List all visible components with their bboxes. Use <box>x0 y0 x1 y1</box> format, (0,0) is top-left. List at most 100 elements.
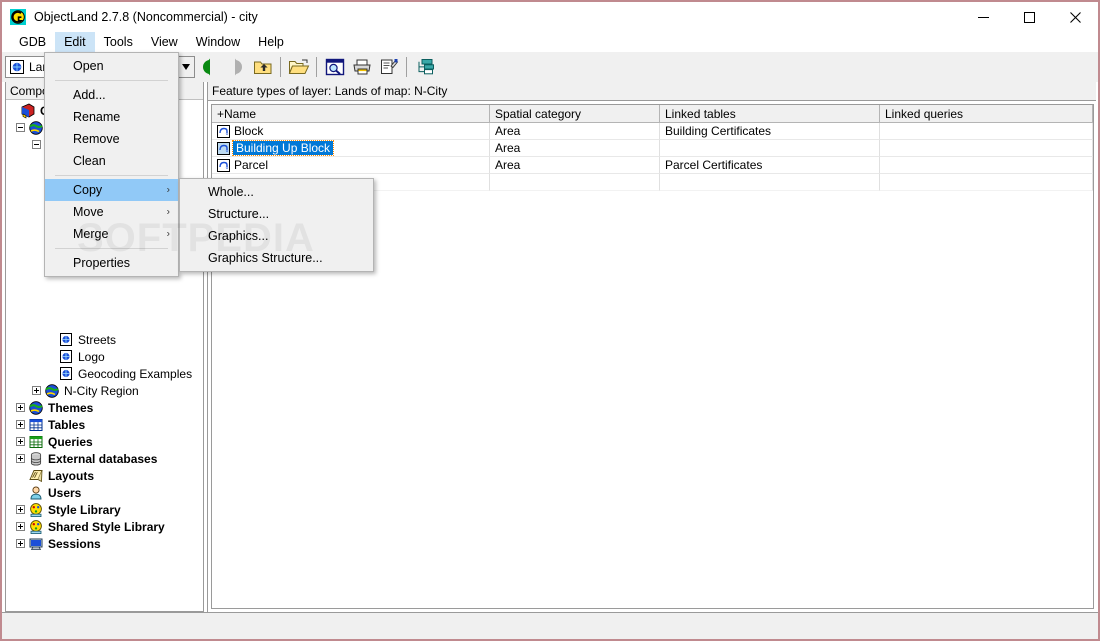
tree-item-tables[interactable]: Tables <box>6 416 203 433</box>
menu-bar: GDB Edit Tools View Window Help <box>2 32 1098 52</box>
cell-linked-tables[interactable]: Building Certificates <box>660 123 880 140</box>
back-button[interactable] <box>196 55 221 79</box>
expander-icon[interactable] <box>32 140 41 149</box>
tree-item-label: Tables <box>48 417 86 432</box>
grid-header-linked-tables[interactable]: Linked tables <box>660 105 880 122</box>
folder-up-icon[interactable] <box>250 55 275 79</box>
cell-name[interactable]: Parcel <box>212 157 490 174</box>
expander-icon[interactable] <box>16 522 25 531</box>
close-button[interactable] <box>1052 2 1098 32</box>
menu-item-add[interactable]: Add... <box>45 84 178 106</box>
layer-icon <box>58 366 74 382</box>
open-folder-icon[interactable] <box>286 55 311 79</box>
tree-item-users[interactable]: Users <box>6 484 203 501</box>
menu-item-remove[interactable]: Remove <box>45 128 178 150</box>
table-row[interactable]: Block Area Building Certificates <box>212 123 1093 140</box>
forward-button[interactable] <box>223 55 248 79</box>
cell-linked-queries[interactable] <box>880 157 1093 174</box>
properties-icon[interactable] <box>376 55 401 79</box>
window-controls <box>960 2 1098 32</box>
expander-icon[interactable] <box>16 123 25 132</box>
grid-header-spatial-category[interactable]: Spatial category <box>490 105 660 122</box>
hierarchy-icon[interactable] <box>412 55 437 79</box>
feature-types-pane: Feature types of layer: Lands of map: N-… <box>207 82 1096 612</box>
style-library-icon <box>28 519 44 535</box>
table-row[interactable]: Parcel Area Parcel Certificates <box>212 157 1093 174</box>
submenu-item-structure[interactable]: Structure... <box>180 203 373 225</box>
menu-item-properties[interactable]: Properties <box>45 252 178 274</box>
cell-spatial-category[interactable]: Area <box>490 157 660 174</box>
tree-item-themes[interactable]: Themes <box>6 399 203 416</box>
expander-icon <box>46 352 55 361</box>
tree-item-shared-style-library[interactable]: Shared Style Library <box>6 518 203 535</box>
expander-icon[interactable] <box>16 437 25 446</box>
chevron-right-icon: › <box>166 206 170 218</box>
chevron-right-icon: › <box>166 228 170 240</box>
menu-item-merge-label: Merge <box>73 227 109 241</box>
expander-icon[interactable] <box>16 454 25 463</box>
expander-icon <box>46 369 55 378</box>
tree-item-sessions[interactable]: Sessions <box>6 535 203 552</box>
cell-spatial-category[interactable]: Area <box>490 140 660 157</box>
query-icon <box>28 434 44 450</box>
table-row[interactable]: Building Up Block Area <box>212 140 1093 157</box>
printer-icon[interactable] <box>349 55 374 79</box>
globe-icon <box>28 400 44 416</box>
print-preview-icon[interactable] <box>322 55 347 79</box>
menu-help[interactable]: Help <box>249 32 293 52</box>
tree-item-layouts[interactable]: Layouts <box>6 467 203 484</box>
menu-view[interactable]: View <box>142 32 187 52</box>
globe-icon <box>44 383 60 399</box>
grid-header-name[interactable]: +Name <box>212 105 490 122</box>
tree-item-label: Layouts <box>48 468 95 483</box>
components-book-icon <box>20 103 36 119</box>
menu-item-copy[interactable]: Copy › <box>45 179 178 201</box>
layer-icon <box>58 349 74 365</box>
menu-gdb[interactable]: GDB <box>10 32 55 52</box>
cell-linked-queries[interactable] <box>880 123 1093 140</box>
grid-header-linked-queries[interactable]: Linked queries <box>880 105 1093 122</box>
expander-icon[interactable] <box>16 403 25 412</box>
cell-name[interactable]: Building Up Block <box>212 140 490 157</box>
expander-icon[interactable] <box>16 539 25 548</box>
expander-icon[interactable] <box>32 386 41 395</box>
menu-item-move-label: Move <box>73 205 104 219</box>
menu-item-clean[interactable]: Clean <box>45 150 178 172</box>
submenu-item-graphics[interactable]: Graphics... <box>180 225 373 247</box>
layouts-icon <box>28 468 44 484</box>
submenu-item-whole[interactable]: Whole... <box>180 181 373 203</box>
expander-icon[interactable] <box>16 505 25 514</box>
feature-type-icon <box>217 124 230 138</box>
tree-item-streets[interactable]: Streets <box>6 331 203 348</box>
cell-linked-tables[interactable] <box>660 140 880 157</box>
cell-name-text: Parcel <box>234 158 269 172</box>
menu-tools[interactable]: Tools <box>95 32 142 52</box>
tree-item-external-databases[interactable]: External databases <box>6 450 203 467</box>
menu-window[interactable]: Window <box>187 32 249 52</box>
menu-item-rename[interactable]: Rename <box>45 106 178 128</box>
tree-item-ncity-region[interactable]: N-City Region <box>6 382 203 399</box>
status-bar <box>2 612 1098 639</box>
tree-item-logo[interactable]: Logo <box>6 348 203 365</box>
cell-linked-tables[interactable]: Parcel Certificates <box>660 157 880 174</box>
cell-spatial-category[interactable]: Area <box>490 123 660 140</box>
menu-item-merge[interactable]: Merge › <box>45 223 178 245</box>
tree-item-label: Users <box>48 485 82 500</box>
menu-item-open[interactable]: Open <box>45 55 178 77</box>
tree-item-queries[interactable]: Queries <box>6 433 203 450</box>
minimize-button[interactable] <box>960 2 1006 32</box>
feature-type-icon <box>217 158 230 172</box>
tree-item-geocoding-examples[interactable]: Geocoding Examples <box>6 365 203 382</box>
maximize-button[interactable] <box>1006 2 1052 32</box>
submenu-item-graphics-structure[interactable]: Graphics Structure... <box>180 247 373 269</box>
tree-item-style-library[interactable]: Style Library <box>6 501 203 518</box>
expander-icon[interactable] <box>16 420 25 429</box>
cell-name[interactable]: Block <box>212 123 490 140</box>
menu-edit[interactable]: Edit <box>55 32 95 52</box>
menu-item-copy-label: Copy <box>73 183 103 197</box>
cell-name-text: Block <box>234 124 264 138</box>
expander-icon[interactable] <box>8 106 17 115</box>
expander-icon <box>16 471 25 480</box>
menu-item-move[interactable]: Move › <box>45 201 178 223</box>
cell-linked-queries[interactable] <box>880 140 1093 157</box>
